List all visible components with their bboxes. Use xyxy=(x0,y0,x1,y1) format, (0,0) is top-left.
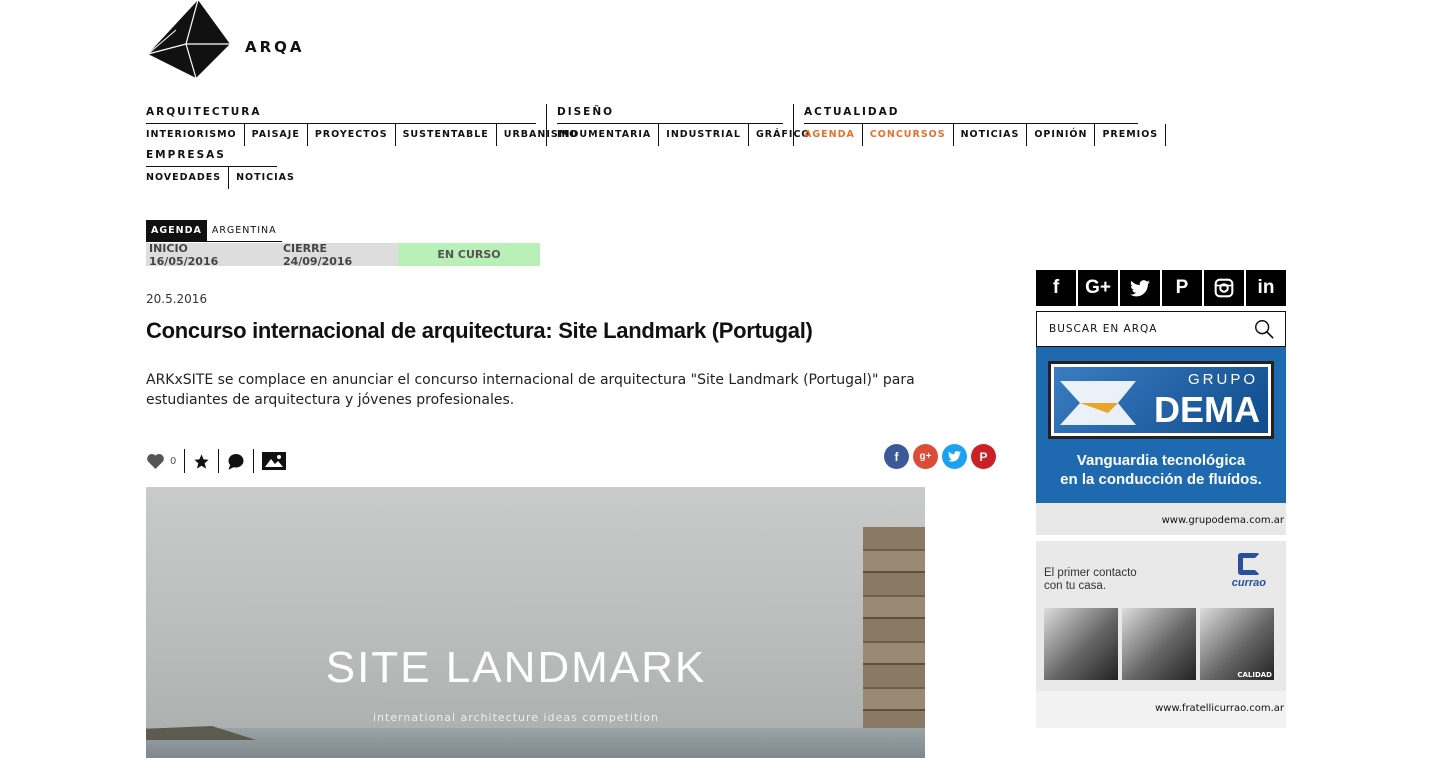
nav-item-noticias-empresas[interactable]: NOTICIAS xyxy=(229,167,302,189)
facebook-icon: f xyxy=(894,449,899,464)
share-facebook[interactable]: f xyxy=(884,444,909,469)
ad-product-tiles xyxy=(1044,608,1274,680)
pinterest-icon: P xyxy=(1175,277,1189,298)
hero-image[interactable]: SITE LANDMARK international architecture… xyxy=(146,487,925,758)
nav-item-premios[interactable]: PREMIOS xyxy=(1095,124,1167,146)
article-lead: ARKxSITE se complace en anunciar el conc… xyxy=(146,372,915,408)
status-badge: EN CURSO xyxy=(398,243,540,266)
nav-divider xyxy=(546,104,547,146)
nav-diseno: DISEÑO INDUMENTARIA INDUSTRIAL GRÁFICO xyxy=(557,104,810,146)
share-twitter[interactable] xyxy=(942,444,967,469)
brand-name: ARQA xyxy=(245,38,305,56)
twitter-icon xyxy=(948,451,961,462)
ad-brand: currao xyxy=(1231,577,1266,589)
hero-title: SITE LANDMARK xyxy=(325,643,707,692)
currao-logo-icon xyxy=(1238,553,1260,575)
social-linkedin[interactable]: in xyxy=(1246,270,1286,306)
social-instagram[interactable] xyxy=(1204,270,1244,306)
contest-status-bar: INICIO 16/05/2016 CIERRE 24/09/2016 EN C… xyxy=(146,241,540,268)
nav-heading-actualidad[interactable]: ACTUALIDAD xyxy=(804,104,1138,124)
product-image xyxy=(1200,608,1274,680)
social-pinterest[interactable]: P xyxy=(1162,270,1202,306)
google-plus-icon: g+ xyxy=(919,451,932,462)
nav-divider xyxy=(793,104,794,146)
social-links: f G+ P in xyxy=(1036,270,1286,306)
tag-agenda[interactable]: AGENDA xyxy=(146,220,207,241)
site-search xyxy=(1036,311,1286,347)
article-date: 20.5.2016 xyxy=(146,292,208,306)
nav-heading-diseno[interactable]: DISEÑO xyxy=(557,104,783,124)
like-count: 0 xyxy=(170,455,177,467)
ad-group-label: GRUPO xyxy=(1187,371,1258,388)
ad-url: www.grupodema.com.ar xyxy=(1036,503,1286,535)
social-twitter[interactable] xyxy=(1120,270,1160,306)
gallery-button[interactable] xyxy=(254,449,294,473)
ad-currao[interactable]: El primer contacto con tu casa. currao C… xyxy=(1036,541,1286,728)
article-title: Concurso internacional de arquitectura: … xyxy=(146,318,813,343)
product-image xyxy=(1044,608,1118,680)
star-icon xyxy=(194,453,209,469)
nav-item-noticias[interactable]: NOTICIAS xyxy=(954,124,1028,146)
heart-icon xyxy=(147,453,164,469)
arqa-logo-icon xyxy=(147,0,230,78)
nav-heading-empresas[interactable]: EMPRESAS xyxy=(146,147,277,167)
share-pinterest[interactable]: P xyxy=(971,444,996,469)
gallery-icon xyxy=(262,452,287,470)
tag-argentina[interactable]: ARGENTINA xyxy=(207,220,282,241)
social-google-plus[interactable]: G+ xyxy=(1078,270,1118,306)
nav-item-paisaje[interactable]: PAISAJE xyxy=(245,124,308,146)
nav-item-novedades[interactable]: NOVEDADES xyxy=(146,167,230,189)
like-button[interactable]: 0 xyxy=(146,449,186,473)
pinterest-icon: P xyxy=(979,449,988,464)
hero-subtitle: international architecture ideas competi… xyxy=(372,711,660,724)
ad-text: El primer contacto con tu casa. xyxy=(1044,567,1137,592)
comment-icon xyxy=(228,453,244,470)
nav-arquitectura: ARQUITECTURA INTERIORISMO PAISAJE PROYEC… xyxy=(146,104,577,146)
ad-grupo-dema[interactable]: GRUPO DEMA Vanguardia tecnológica en la … xyxy=(1036,347,1286,535)
nav-heading-arquitectura[interactable]: ARQUITECTURA xyxy=(146,104,536,124)
social-facebook[interactable]: f xyxy=(1036,270,1076,306)
quality-badge: CALIDAD xyxy=(1237,671,1272,679)
google-plus-icon: G+ xyxy=(1085,277,1111,298)
nav-item-opinion[interactable]: OPINIÓN xyxy=(1027,124,1096,146)
hero-sea xyxy=(146,728,925,758)
favorite-button[interactable] xyxy=(185,449,220,473)
nav-actualidad: ACTUALIDAD AGENDA CONCURSOS NOTICIAS OPI… xyxy=(804,104,1167,146)
product-image xyxy=(1122,608,1196,680)
arqa-logo[interactable] xyxy=(146,0,230,78)
ad-url: www.fratellicurrao.com.ar xyxy=(1036,691,1286,728)
nav-item-indumentaria[interactable]: INDUMENTARIA xyxy=(557,124,660,146)
linkedin-icon: in xyxy=(1257,277,1275,298)
ad-tagline: Vanguardia tecnológica en la conducción … xyxy=(1060,452,1262,488)
nav-item-proyectos[interactable]: PROYECTOS xyxy=(308,124,396,146)
nav-item-industrial[interactable]: INDUSTRIAL xyxy=(659,124,749,146)
instagram-icon xyxy=(1214,278,1234,298)
start-date: INICIO 16/05/2016 xyxy=(149,241,219,268)
comment-button[interactable] xyxy=(219,449,255,473)
ad-brand-name: DEMA xyxy=(1154,389,1260,430)
facebook-icon: f xyxy=(1052,277,1060,298)
share-google-plus[interactable]: g+ xyxy=(913,444,938,469)
nav-item-interiorismo[interactable]: INTERIORISMO xyxy=(146,124,245,146)
dema-logo-icon xyxy=(1060,381,1136,425)
article-actions: 0 xyxy=(146,448,294,474)
article-tags: AGENDA ARGENTINA xyxy=(146,220,282,242)
nav-empresas: EMPRESAS NOVEDADES NOTICIAS xyxy=(146,147,294,189)
nav-item-agenda[interactable]: AGENDA xyxy=(804,124,863,146)
end-date: CIERRE 24/09/2016 xyxy=(282,241,353,268)
dema-logo-box: GRUPO DEMA xyxy=(1048,361,1274,439)
twitter-icon xyxy=(1130,279,1150,296)
nav-item-sustentable[interactable]: SUSTENTABLE xyxy=(396,124,497,146)
nav-item-concursos[interactable]: CONCURSOS xyxy=(863,124,954,146)
search-input[interactable] xyxy=(1049,323,1239,335)
search-icon[interactable] xyxy=(1253,318,1275,340)
share-buttons: f g+ P xyxy=(884,444,996,469)
